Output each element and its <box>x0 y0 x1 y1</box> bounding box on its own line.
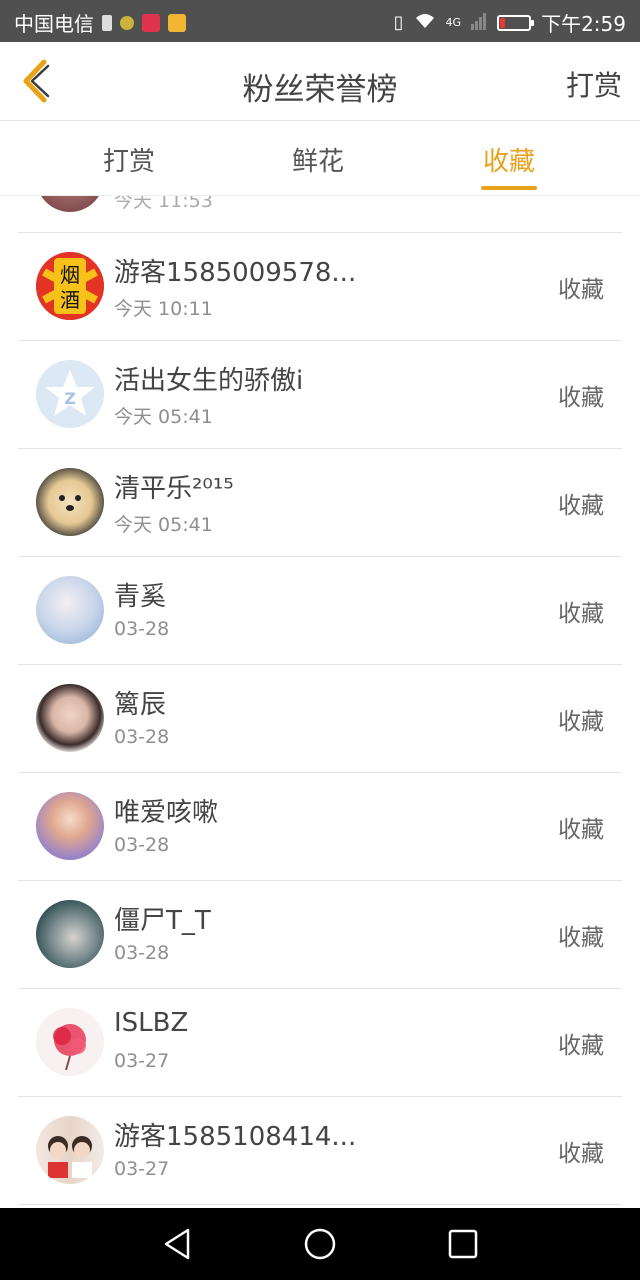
item-time: 今天 05:41 <box>114 406 213 428</box>
item-time: 03-28 <box>114 726 170 748</box>
list-item[interactable]: 游客1585108414... 03-27 收藏 <box>18 1096 622 1205</box>
weibo-icon <box>168 13 186 32</box>
system-nav-bar <box>0 1208 640 1280</box>
item-time: 03-28 <box>114 942 170 964</box>
avatar <box>36 196 104 212</box>
item-time: 03-27 <box>114 1050 170 1072</box>
tab-reward[interactable]: 打赏 <box>103 141 155 178</box>
tab-flowers[interactable]: 鲜花 <box>292 141 344 178</box>
video-app-icon <box>142 13 160 32</box>
item-time: 今天 05:41 <box>114 514 213 536</box>
circle-home-icon[interactable] <box>300 1226 340 1262</box>
item-name: 游客1585009578... <box>114 258 357 288</box>
square-recent-icon[interactable] <box>442 1226 482 1262</box>
item-name: 篱辰 <box>114 690 167 720</box>
item-action-label: 收藏 <box>558 601 604 627</box>
status-bar: 中国电信 ▯ 4G 下午2:59 <box>0 0 640 42</box>
item-action-label: 收藏 <box>558 385 604 411</box>
item-name: 唯爱咳嗽 <box>114 798 219 828</box>
list-item[interactable]: 僵尸T_T 03-28 收藏 <box>18 880 622 989</box>
item-action-label: 收藏 <box>558 817 604 843</box>
signal-label: 4G <box>445 16 462 29</box>
item-name: 活出女生的骄傲i <box>114 366 304 396</box>
avatar <box>36 468 104 536</box>
item-action-label: 收藏 <box>558 1141 604 1167</box>
item-name: ISLBZ <box>114 1008 189 1038</box>
avatar <box>36 684 104 752</box>
avatar <box>36 1008 104 1076</box>
tab-bar: 打赏 鲜花 收藏 <box>0 121 640 196</box>
item-name: 青奚 <box>114 582 167 612</box>
list-item[interactable]: 篱辰 03-28 收藏 <box>18 664 622 773</box>
list-item[interactable]: 青奚 03-28 收藏 <box>18 556 622 665</box>
svg-text:Z: Z <box>64 389 76 408</box>
avatar <box>36 1116 104 1184</box>
list-item[interactable]: ISLBZ 03-27 收藏 <box>18 988 622 1097</box>
avatar <box>36 792 104 860</box>
svg-text:烟: 烟 <box>60 263 80 287</box>
fan-list[interactable]: 今天 11:53 烟 酒 游客1585009578... 今天 10:11 收藏… <box>0 196 640 1208</box>
avatar <box>36 576 104 644</box>
item-action-label: 收藏 <box>558 277 604 303</box>
app-header: 粉丝荣誉榜 打赏 <box>0 42 640 121</box>
vibrate-icon: ▯ <box>393 12 404 33</box>
signal-icon <box>471 11 487 35</box>
avatar: 烟 酒 <box>36 252 104 320</box>
item-name: 僵尸T_T <box>114 906 211 936</box>
tab-label: 收藏 <box>483 147 536 177</box>
wifi-icon <box>414 11 436 35</box>
battery-icon <box>497 14 535 31</box>
carrier-label: 中国电信 <box>14 12 94 36</box>
sim-alert-icon <box>102 14 112 31</box>
triangle-back-icon[interactable] <box>158 1226 198 1262</box>
item-time: 今天 11:53 <box>114 196 213 212</box>
list-item[interactable]: 今天 11:53 <box>18 196 622 233</box>
avatar: Z <box>36 360 104 428</box>
item-action-label: 收藏 <box>558 1033 604 1059</box>
item-action-label: 收藏 <box>558 493 604 519</box>
svg-text:酒: 酒 <box>60 288 80 312</box>
list-item[interactable]: 唯爱咳嗽 03-28 收藏 <box>18 772 622 881</box>
item-time: 03-27 <box>114 1158 170 1180</box>
item-action-label: 收藏 <box>558 709 604 735</box>
list-item[interactable]: 烟 酒 游客1585009578... 今天 10:11 收藏 <box>18 232 622 341</box>
bulb-icon <box>120 15 134 30</box>
item-name: 清平乐²⁰¹⁵ <box>114 474 234 504</box>
item-name: 游客1585108414... <box>114 1122 357 1152</box>
clock: 下午2:59 <box>541 12 626 36</box>
item-time: 今天 10:11 <box>114 298 213 320</box>
list-item[interactable]: Z 活出女生的骄傲i 今天 05:41 收藏 <box>18 340 622 449</box>
page-title: 粉丝荣誉榜 <box>242 72 398 108</box>
tab-active-indicator <box>481 186 538 190</box>
item-action-label: 收藏 <box>558 925 604 951</box>
list-item[interactable]: 清平乐²⁰¹⁵ 今天 05:41 收藏 <box>18 448 622 557</box>
tab-favorites[interactable]: 收藏 <box>481 141 538 190</box>
reward-button[interactable]: 打赏 <box>566 64 622 104</box>
tab-label: 鲜花 <box>292 147 345 177</box>
avatar <box>36 900 104 968</box>
item-time: 03-28 <box>114 834 170 856</box>
item-time: 03-28 <box>114 618 170 640</box>
tab-label: 打赏 <box>103 147 156 177</box>
